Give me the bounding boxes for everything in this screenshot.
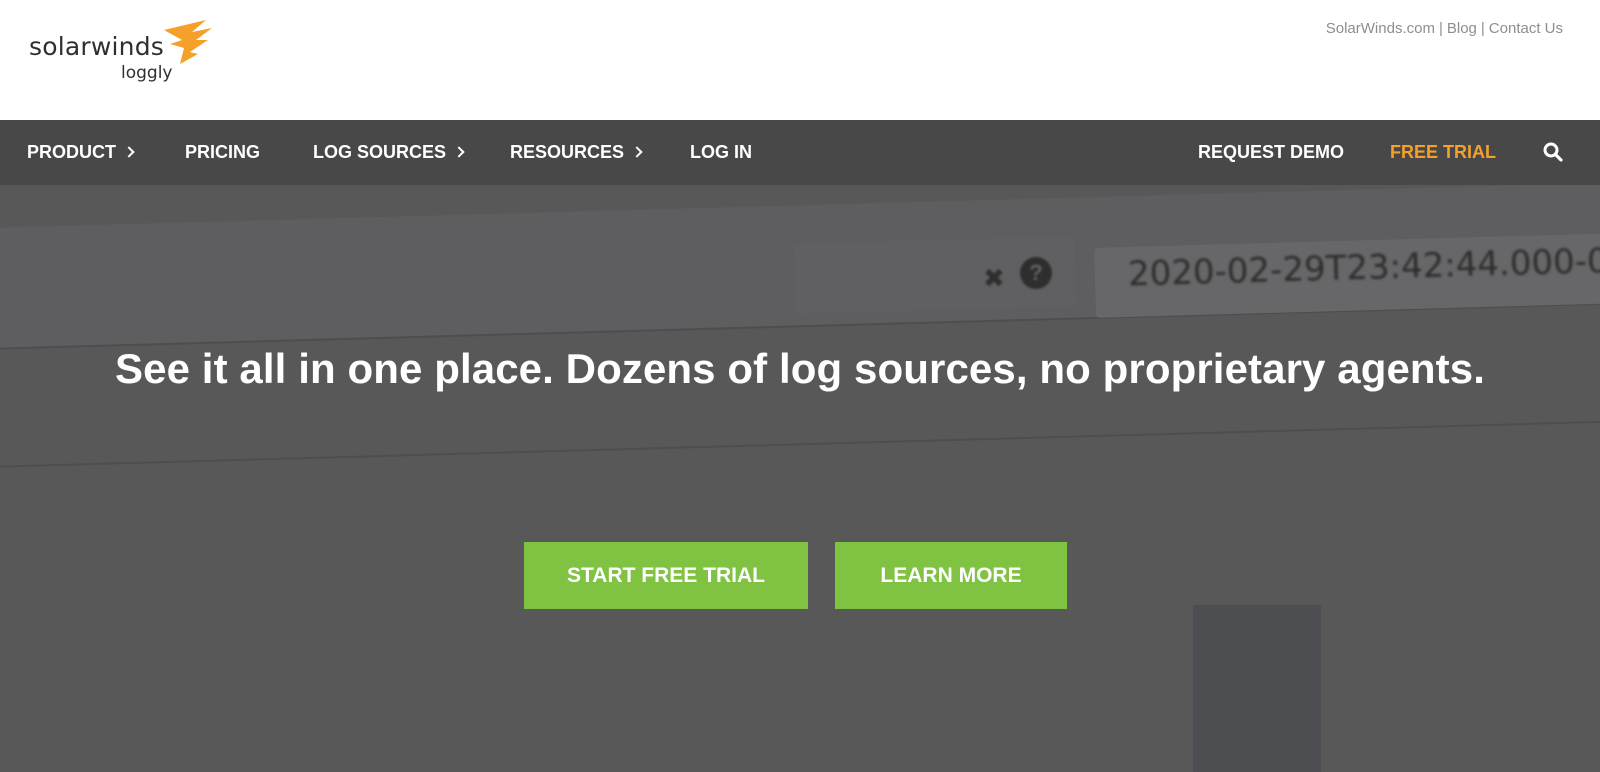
logo-product-name: loggly xyxy=(121,63,173,83)
contact-us-link[interactable]: Contact Us xyxy=(1489,20,1563,37)
nav-resources-label: RESOURCES xyxy=(510,142,625,162)
chevron-right-icon xyxy=(123,146,135,158)
hero-background-block xyxy=(1193,605,1321,772)
main-nav: PRODUCT PRICING LOG SOURCES RESOURCES LO… xyxy=(0,120,1600,185)
chevron-right-icon xyxy=(453,146,465,158)
nav-request-demo[interactable]: REQUEST DEMO xyxy=(1198,120,1344,185)
help-icon: ? xyxy=(1020,257,1052,289)
solarwinds-bird-icon xyxy=(164,20,212,64)
top-header: solarwinds loggly SolarWinds.com | Blog | Co… xyxy=(0,0,1600,120)
search-icon[interactable] xyxy=(1543,142,1563,162)
chevron-right-icon xyxy=(631,146,643,158)
hero-section: 2020-02-29T23:42:44.000-06:0 ✖ ? See it … xyxy=(0,185,1600,772)
hero-headline: See it all in one place. Dozens of log s… xyxy=(115,345,1485,392)
nav-product[interactable]: PRODUCT xyxy=(27,120,135,185)
nav-log-in[interactable]: LOG IN xyxy=(690,120,752,185)
blog-link[interactable]: Blog xyxy=(1447,20,1477,37)
nav-resources[interactable]: RESOURCES xyxy=(510,120,643,185)
utility-links: SolarWinds.com | Blog | Contact Us xyxy=(1325,20,1563,37)
start-free-trial-button[interactable]: START FREE TRIAL xyxy=(524,542,808,609)
close-icon: ✖ xyxy=(983,263,1005,293)
nav-pricing[interactable]: PRICING xyxy=(185,120,260,185)
nav-product-label: PRODUCT xyxy=(27,142,116,162)
hero-background-divider xyxy=(0,419,1600,469)
learn-more-button[interactable]: LEARN MORE xyxy=(835,542,1067,609)
solarwinds-link[interactable]: SolarWinds.com xyxy=(1326,20,1435,37)
nav-log-sources-label: LOG SOURCES xyxy=(313,142,447,162)
logo-wordmark: solarwinds xyxy=(29,32,164,61)
solarwinds-loggly-logo[interactable]: solarwinds loggly xyxy=(29,18,214,88)
nav-free-trial[interactable]: FREE TRIAL xyxy=(1390,120,1496,185)
nav-log-sources[interactable]: LOG SOURCES xyxy=(313,120,465,185)
